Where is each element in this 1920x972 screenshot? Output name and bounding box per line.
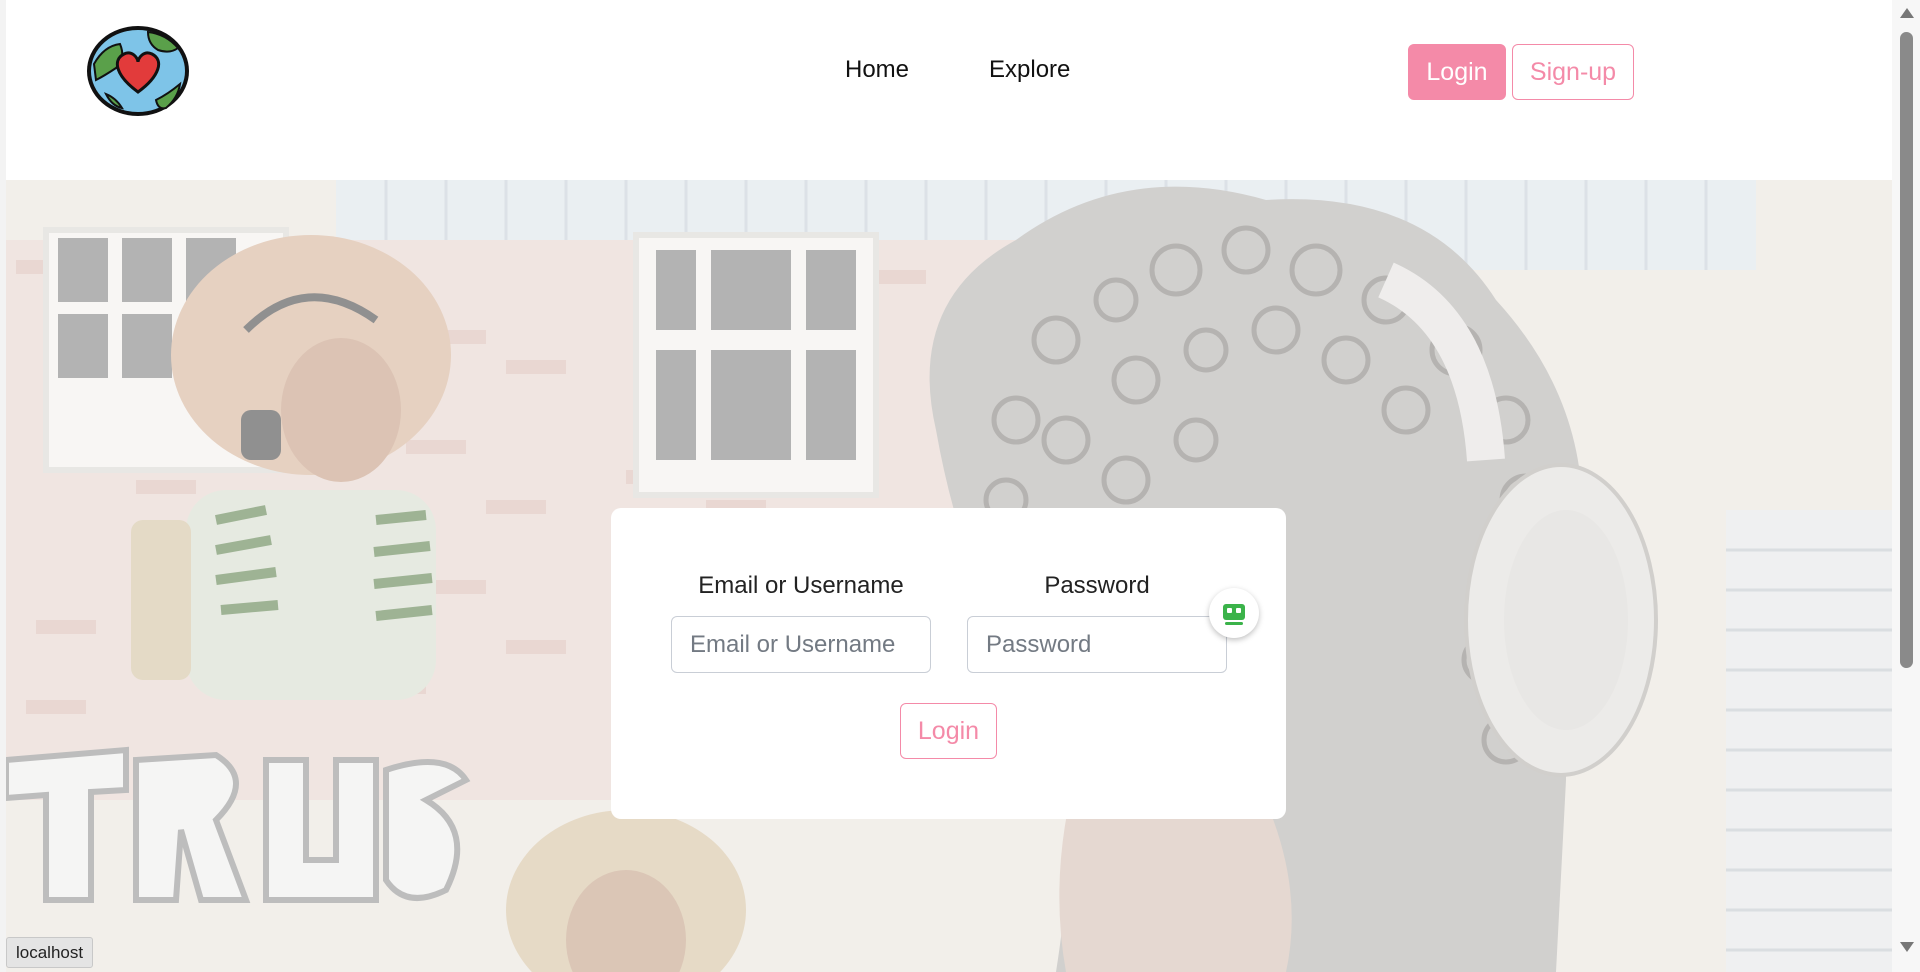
nav-explore-link[interactable]: Explore xyxy=(989,56,1070,84)
password-input[interactable] xyxy=(967,616,1227,673)
login-card: Email or Username Password Login xyxy=(611,508,1286,819)
email-username-input[interactable] xyxy=(671,616,931,673)
scrollbar-thumb[interactable] xyxy=(1900,32,1913,668)
nav-home-link[interactable]: Home xyxy=(845,56,909,84)
password-manager-robot-icon[interactable] xyxy=(1209,588,1259,638)
browser-viewport: Home Explore Login Sign-up Email or User… xyxy=(0,0,1920,972)
vertical-scrollbar[interactable] xyxy=(1892,0,1920,972)
password-label: Password xyxy=(1044,572,1150,599)
header-signup-button[interactable]: Sign-up xyxy=(1512,44,1634,100)
globe-heart-logo-icon[interactable] xyxy=(86,24,190,118)
scroll-up-arrow-icon[interactable] xyxy=(1900,8,1914,18)
site-header: Home Explore Login Sign-up xyxy=(6,0,1892,180)
scroll-down-arrow-icon[interactable] xyxy=(1900,942,1914,952)
login-submit-button[interactable]: Login xyxy=(900,703,997,759)
header-login-button[interactable]: Login xyxy=(1408,44,1506,100)
email-label: Email or Username xyxy=(698,572,904,599)
status-url-tooltip: localhost xyxy=(6,937,94,968)
